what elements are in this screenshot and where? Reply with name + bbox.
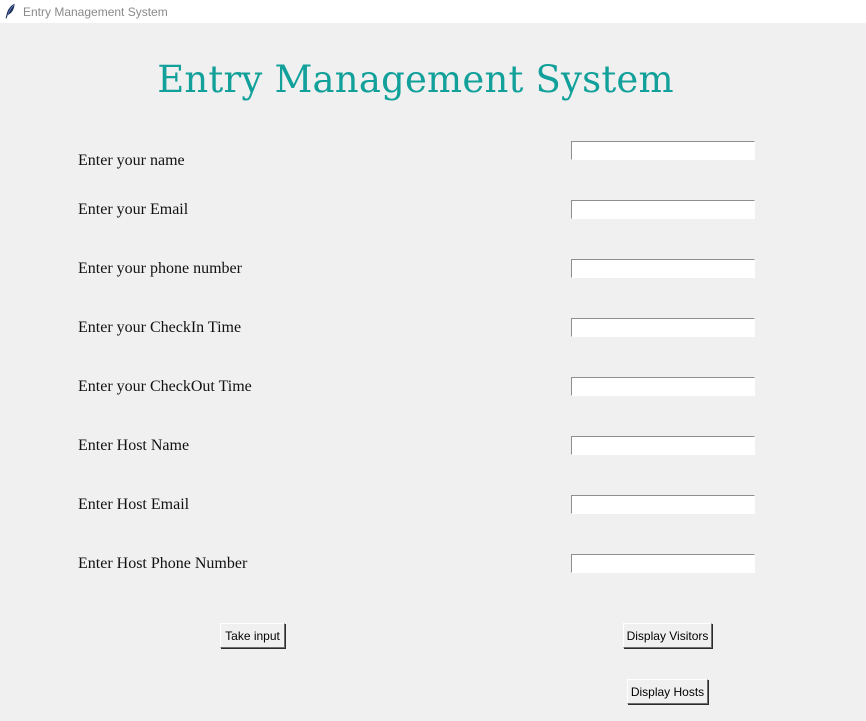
checkin-time-input[interactable]	[571, 318, 755, 337]
checkout-time-label: Enter your CheckOut Time	[78, 378, 252, 395]
checkin-time-label: Enter your CheckIn Time	[78, 319, 242, 336]
name-label: Enter your name	[78, 152, 185, 169]
host-phone-number-label: Enter Host Phone Number	[78, 555, 248, 572]
window-titlebar: Entry Management System	[0, 0, 866, 23]
phone-number-label: Enter your phone number	[78, 260, 242, 277]
email-label: Enter your Email	[78, 201, 189, 218]
host-email-label: Enter Host Email	[78, 496, 190, 513]
phone-number-input[interactable]	[571, 259, 755, 278]
checkout-time-input[interactable]	[571, 377, 755, 396]
email-input[interactable]	[571, 200, 755, 219]
name-input[interactable]	[571, 141, 755, 160]
display-visitors-button[interactable]: Display Visitors	[623, 623, 712, 648]
host-phone-number-input[interactable]	[571, 554, 755, 573]
page-heading: Entry Management System	[157, 58, 674, 101]
host-name-input[interactable]	[571, 436, 755, 455]
host-name-label: Enter Host Name	[78, 437, 190, 454]
feather-icon	[5, 3, 15, 19]
take-input-button[interactable]: Take input	[220, 623, 285, 648]
host-email-input[interactable]	[571, 495, 755, 514]
window-title: Entry Management System	[23, 5, 168, 19]
display-hosts-button[interactable]: Display Hosts	[627, 679, 708, 704]
